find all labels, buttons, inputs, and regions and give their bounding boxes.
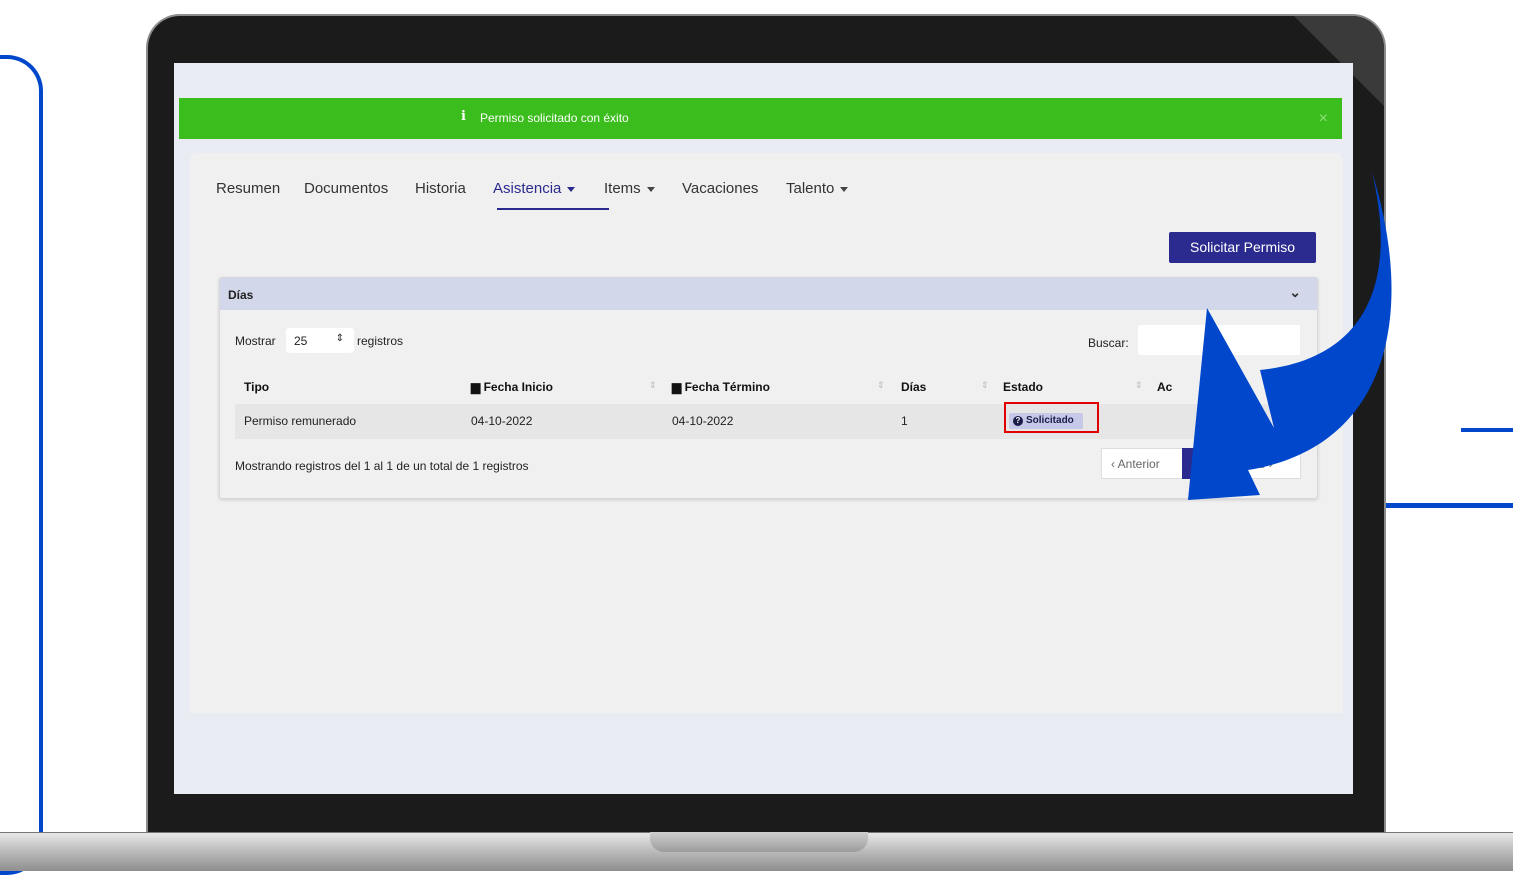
column-header-dias[interactable]: Días (901, 380, 926, 394)
sort-icon: ⇕ (877, 380, 885, 390)
tab-asistencia-label: Asistencia (493, 180, 562, 197)
page-length-select[interactable]: 25 ⇕ (286, 328, 354, 353)
show-entries-label: Mostrar (235, 334, 276, 348)
panel-title: Días (228, 288, 254, 302)
cell-fecha-inicio: 04-10-2022 (471, 414, 533, 428)
column-header-tipo[interactable]: Tipo (244, 380, 269, 394)
tab-historia[interactable]: Historia (415, 180, 466, 197)
status-badge: ? Solicitado (1009, 413, 1083, 429)
decorative-frame-outline (0, 55, 43, 875)
column-header-label: Fecha Término (684, 380, 770, 394)
sort-icon: ⇕ (981, 380, 989, 390)
tab-resumen[interactable]: Resumen (216, 180, 280, 197)
column-header-label: Fecha Inicio (483, 380, 553, 394)
column-header-fecha-inicio[interactable]: ▆ Fecha Inicio (471, 380, 553, 394)
caret-down-icon (646, 186, 655, 192)
show-entries-suffix: registros (357, 334, 404, 348)
tab-talento-label: Talento (786, 180, 835, 197)
caret-down-icon (840, 186, 849, 192)
success-alert: i Permiso solicitado con éxito × (179, 98, 1342, 139)
column-header-fecha-termino[interactable]: ▆ Fecha Término (672, 380, 770, 394)
annotation-arrow-body (1188, 172, 1392, 500)
caret-down-icon (567, 186, 576, 192)
tab-talento[interactable]: Talento (786, 180, 849, 197)
search-label: Buscar: (1088, 336, 1129, 350)
cell-dias: 1 (901, 414, 908, 428)
table-info: Mostrando registros del 1 al 1 de un tot… (235, 459, 529, 473)
decorative-line (1385, 503, 1513, 508)
status-badge-label: Solicitado (1026, 415, 1074, 426)
calendar-icon: ▆ (471, 380, 481, 394)
decorative-line (1461, 428, 1513, 432)
sort-icon: ⇕ (649, 380, 657, 390)
tab-documentos[interactable]: Documentos (304, 180, 388, 197)
laptop-notch (650, 832, 868, 852)
table-row (235, 404, 1301, 439)
cell-tipo: Permiso remunerado (244, 414, 357, 428)
sort-icon: ⇕ (1135, 380, 1143, 390)
column-header-estado[interactable]: Estado (1003, 380, 1043, 394)
page-length-value: 25 (294, 334, 308, 348)
calendar-icon: ▆ (672, 380, 682, 394)
cell-fecha-termino: 04-10-2022 (672, 414, 734, 428)
sort-updown-icon: ⇕ (335, 333, 344, 344)
close-icon[interactable]: × (1319, 110, 1328, 128)
annotation-arrow (1188, 172, 1392, 500)
question-circle-icon: ? (1013, 416, 1023, 426)
tab-items-label: Items (604, 180, 641, 197)
tab-vacaciones[interactable]: Vacaciones (682, 180, 758, 197)
alert-message: Permiso solicitado con éxito (480, 111, 629, 125)
tab-items[interactable]: Items (604, 180, 655, 197)
tab-asistencia[interactable]: Asistencia (493, 180, 576, 197)
active-tab-indicator (497, 208, 609, 210)
info-icon: i (461, 109, 466, 124)
